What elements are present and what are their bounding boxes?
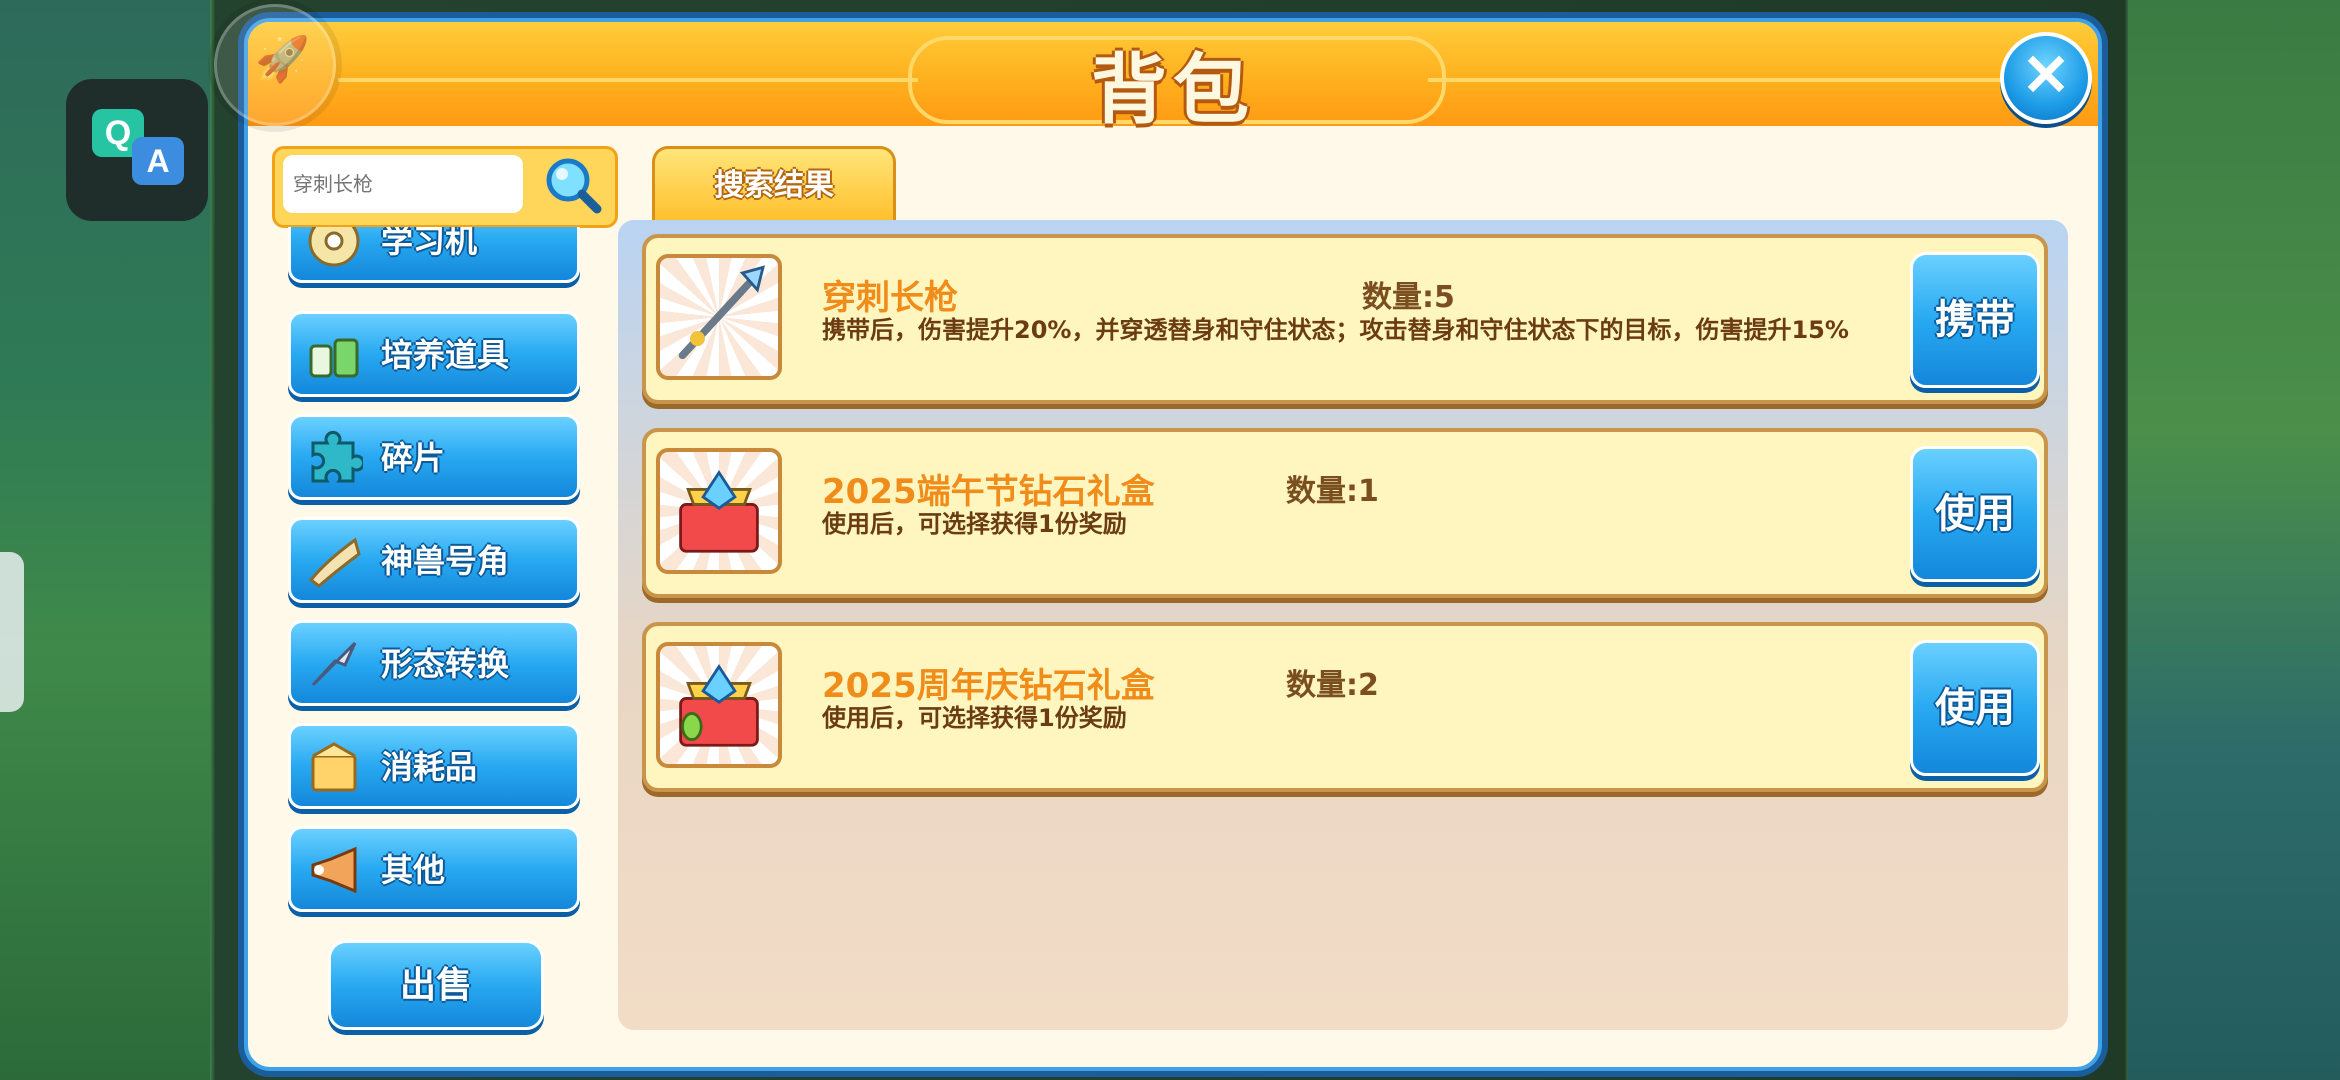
carry-button[interactable]: 携带 [1910,252,2040,388]
item-quantity: 数量:1 [1286,474,1379,509]
floating-assist-ball[interactable]: 🚀 [214,4,336,126]
results-panel: 穿刺长枪 数量:5 携带后，伤害提升20%，并穿透替身和守住状态；攻击替身和守住… [618,220,2068,1030]
item-name: 2025周年庆钻石礼盒 [822,666,1155,706]
list-item: 穿刺长枪 数量:5 携带后，伤害提升20%，并穿透替身和守住状态；攻击替身和守住… [642,234,2048,404]
search-icon[interactable] [541,153,603,215]
background-right [2128,0,2340,1080]
qa-button[interactable]: Q A [66,79,208,221]
puzzle-icon [311,430,363,483]
side-pull-tab[interactable] [0,552,24,712]
close-icon[interactable]: ✕ [2000,32,2092,124]
page-title: 背包 [1091,45,1255,134]
item-description: 使用后，可选择获得1份奖励 [822,510,1127,538]
item-name: 2025端午节钻石礼盒 [822,472,1155,512]
category-label: 神兽号角 [381,542,510,580]
search-box [272,146,618,228]
category-form-change[interactable]: 形态转换 [288,620,580,706]
item-name: 穿刺长枪 [822,278,958,318]
use-button[interactable]: 使用 [1910,446,2040,582]
sell-button[interactable]: 出售 [328,940,544,1030]
item-description: 携带后，伤害提升20%，并穿透替身和守住状态；攻击替身和守住状态下的目标，伤害提… [822,316,1849,344]
category-beast-horn[interactable]: 神兽号角 [288,517,580,603]
arrow-icon [311,641,357,687]
category-learning-machine[interactable]: 学习机 [288,227,580,283]
category-list: 学习机 培养道具 碎片 神兽号角 形态转换 消耗品 其他 [288,227,588,927]
search-input[interactable] [283,155,523,213]
category-label: 消耗品 [381,748,478,786]
item-quantity: 数量:2 [1286,668,1379,703]
category-fragments[interactable]: 碎片 [288,414,580,500]
tab-search-results[interactable]: 搜索结果 [652,146,896,223]
spear-icon [656,254,782,380]
category-other[interactable]: 其他 [288,826,580,912]
potion-icon [309,338,359,378]
category-label: 形态转换 [381,645,510,683]
rocket-icon: 🚀 [255,34,310,85]
category-label: 其他 [381,851,446,889]
item-description: 使用后，可选择获得1份奖励 [822,704,1127,732]
category-consumables[interactable]: 消耗品 [288,723,580,809]
category-label: 碎片 [381,439,446,477]
category-training-items[interactable]: 培养道具 [288,311,580,397]
gift-box-icon [656,642,782,768]
use-button[interactable]: 使用 [1910,640,2040,776]
category-label: 培养道具 [381,336,510,374]
trumpet-icon [311,846,357,894]
item-quantity: 数量:5 [1362,280,1455,315]
box-icon [311,742,357,792]
category-label: 学习机 [381,227,478,260]
backpack-panel: 背包 ✕ 学习机 培养道具 碎片 神兽号角 形态转换 [244,18,2102,1071]
horn-icon [308,537,361,588]
disc-icon [308,227,360,267]
gift-box-icon [656,448,782,574]
list-item: 2025周年庆钻石礼盒 数量:2 使用后，可选择获得1份奖励 使用 [642,622,2048,792]
list-item: 2025端午节钻石礼盒 数量:1 使用后，可选择获得1份奖励 使用 [642,428,2048,598]
qa-a-icon: A [132,137,184,185]
